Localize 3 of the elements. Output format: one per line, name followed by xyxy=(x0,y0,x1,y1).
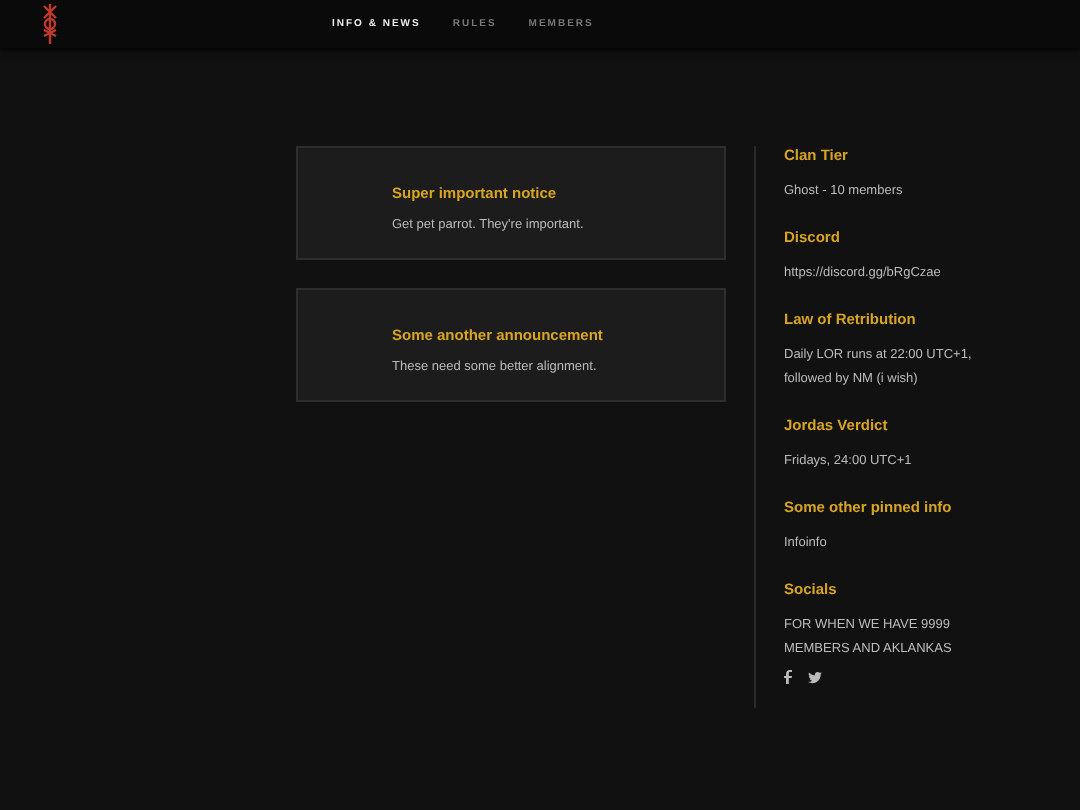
logo-icon[interactable] xyxy=(40,2,60,46)
facebook-icon[interactable] xyxy=(784,670,792,684)
twitter-icon[interactable] xyxy=(808,671,822,683)
